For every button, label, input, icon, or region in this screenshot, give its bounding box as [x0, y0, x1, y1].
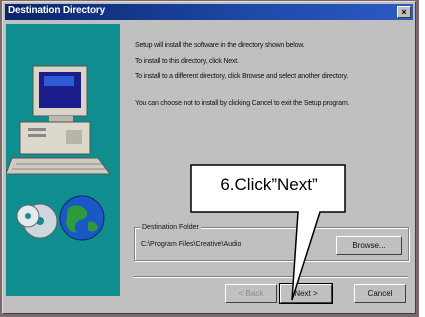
window-title: Destination Directory [8, 5, 105, 16]
title-bar[interactable]: Destination Directory × [5, 4, 413, 20]
setup-illustration [6, 24, 120, 296]
next-button[interactable]: Next > [279, 283, 333, 304]
keyboard-icon [6, 157, 111, 175]
computer-case-icon [19, 121, 91, 155]
destination-folder-label: Destination Folder [140, 224, 201, 231]
back-button[interactable]: < Back [225, 284, 277, 303]
instruction-line-4: You can choose not to install by clickin… [135, 100, 350, 107]
browse-button[interactable]: Browse... [336, 236, 402, 255]
globe-icon [59, 195, 105, 241]
destination-path: C:\Program Files\Creative\Audio [141, 241, 242, 248]
cancel-button[interactable]: Cancel [354, 284, 406, 303]
instruction-line-3: To install to a different directory, cli… [135, 73, 348, 80]
instruction-line-1: Setup will install the software in the d… [135, 42, 305, 49]
callout-text: 6.Click”Next” [220, 175, 318, 194]
monitor-icon [32, 65, 88, 122]
button-separator [134, 276, 408, 278]
instruction-line-2: To install to this directory, click Next… [135, 58, 239, 65]
close-button[interactable]: × [397, 6, 411, 18]
close-icon: × [401, 7, 407, 17]
